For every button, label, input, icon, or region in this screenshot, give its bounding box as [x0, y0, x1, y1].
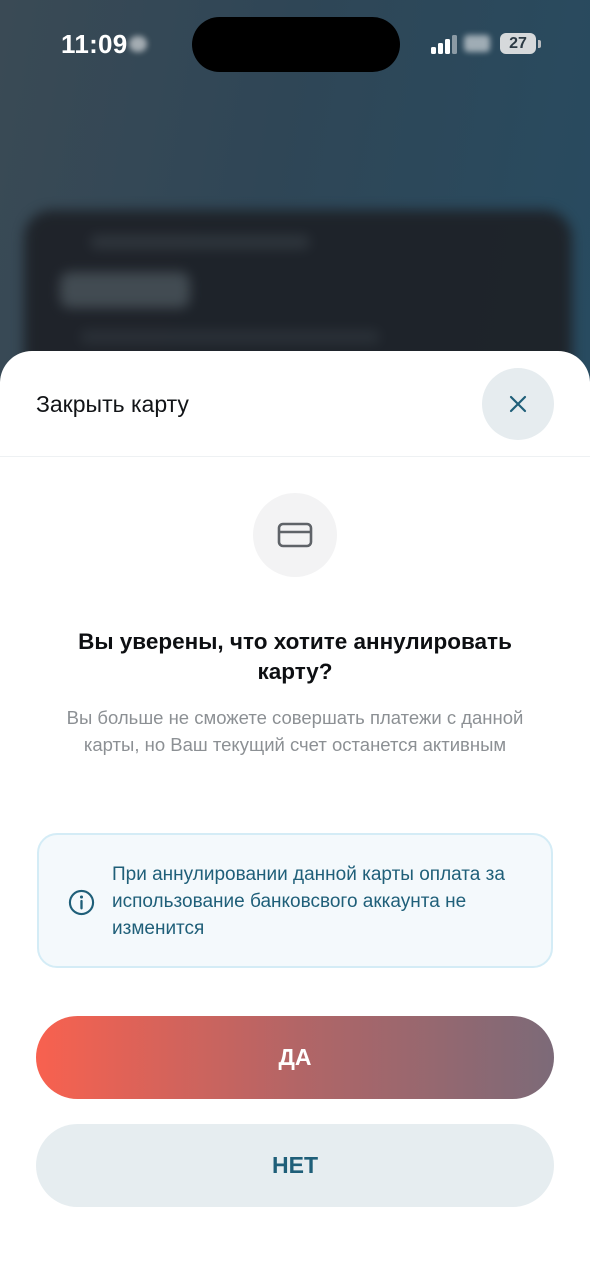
close-button[interactable] [482, 368, 554, 440]
info-text: При аннулировании данной карты оплата за… [112, 864, 505, 939]
info-notice: При аннулировании данной карты оплата за… [37, 833, 553, 968]
confirmation-subtitle: Вы больше не сможете совершать платежи с… [66, 707, 524, 755]
no-button[interactable]: НЕТ [36, 1124, 554, 1207]
status-bar: 11:09 27 [0, 0, 590, 90]
network-type-icon [464, 35, 490, 52]
location-icon [129, 36, 147, 52]
yes-button[interactable]: ДА [36, 1016, 554, 1099]
cellular-signal-icon [431, 34, 459, 54]
status-time: 11:09 [61, 29, 128, 59]
sheet-header: Закрыть карту [0, 351, 590, 457]
battery-icon: 27 [500, 33, 536, 54]
close-icon [509, 395, 527, 413]
info-icon [68, 889, 95, 916]
sheet-title: Закрыть карту [36, 391, 189, 417]
credit-card-icon [277, 522, 313, 548]
card-icon-container [253, 493, 337, 577]
dynamic-island [192, 17, 400, 72]
close-card-sheet: Закрыть карту Вы уверены, что хотите анн… [0, 351, 590, 1280]
confirmation-question: Вы уверены, что хотите аннулировать карт… [78, 629, 512, 684]
